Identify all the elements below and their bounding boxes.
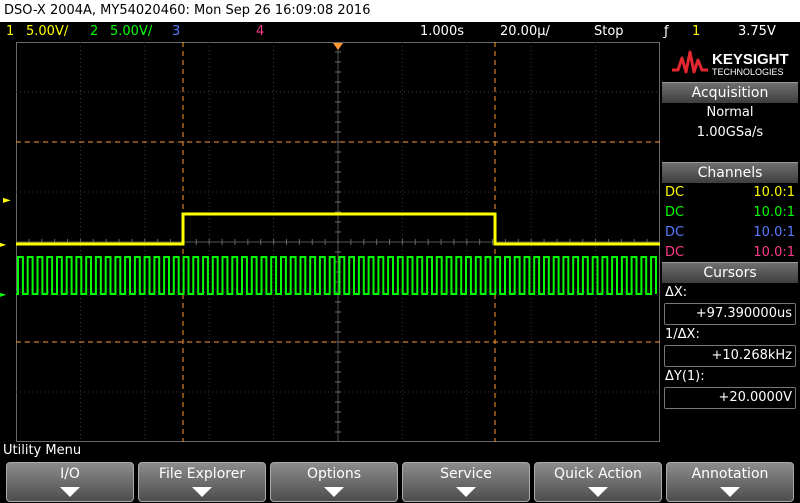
channel-probe: 10.0:1 [753,245,795,260]
waveform-display[interactable] [16,42,660,442]
dx-value: +97.390000us [664,303,796,325]
trigger-level-marker[interactable]: ► [3,186,15,212]
channel-probe: 10.0:1 [753,225,795,240]
side-panel: KEYSIGHT TECHNOLOGIES Acquisition Normal… [660,42,800,442]
dy-label: ΔY(1): [665,369,705,384]
channel-coupling: DC [665,205,685,220]
inv-dx-label: 1/ΔX: [665,327,700,342]
channel-row-4: DC 10.0:1 [662,243,798,263]
channel-row-1: DC 10.0:1 [662,183,798,203]
arrow-down-icon [720,487,740,497]
brand-sub: TECHNOLOGIES [712,67,784,77]
ch2-scale[interactable]: 5.00V/ [110,22,152,42]
ch1-scale[interactable]: 5.00V/ [26,22,68,42]
channel-row-3: DC 10.0:1 [662,223,798,243]
trigger-position-marker [333,43,343,50]
cursors-header: Cursors [662,262,798,283]
dy-value: +20.0000V [664,387,796,409]
arrow-down-icon [60,487,80,497]
time-scale[interactable]: 20.00µ/ [500,22,550,42]
channel-probe: 10.0:1 [753,205,795,220]
dx-label: ΔX: [665,285,688,300]
inv-dx-value: +10.268kHz [664,345,796,367]
channel-probe: 10.0:1 [753,185,795,200]
cursors-panel[interactable]: Cursors ΔX: +97.390000us 1/ΔX: +10.268kH… [662,262,798,409]
ch2-ground-marker[interactable]: ► [0,286,6,300]
trigger-source[interactable]: 1 [692,22,700,42]
channels-header: Channels [662,162,798,183]
arrow-down-icon [456,487,476,497]
acquisition-header: Acquisition [662,82,798,103]
title-bar: DSO-X 2004A, MY54020460: Mon Sep 26 16:0… [0,0,800,22]
channels-panel[interactable]: Channels DC 10.0:1 DC 10.0:1 DC 10.0:1 D… [662,162,798,263]
acquisition-mode: Normal [706,105,754,120]
trigger-level[interactable]: 3.75V [738,22,776,42]
run-state[interactable]: Stop [594,22,624,42]
status-bar: 1 5.00V/ 2 5.00V/ 3 4 1.000s 20.00µ/ Sto… [0,22,800,42]
menu-title: Utility Menu [0,442,800,460]
arrow-down-icon [324,487,344,497]
channel-coupling: DC [665,185,685,200]
ch4-number[interactable]: 4 [256,22,264,42]
arrow-down-icon [192,487,212,497]
keysight-logo: KEYSIGHT TECHNOLOGIES [662,42,798,80]
arrow-down-icon [588,487,608,497]
acquisition-panel[interactable]: Acquisition Normal 1.00GSa/s [662,82,798,143]
softkey-bar: I/O File Explorer Options Service Quick … [0,460,800,503]
channel-coupling: DC [665,225,685,240]
softkey-service[interactable]: Service [402,462,530,502]
channel-coupling: DC [665,245,685,260]
softkey-quick-action[interactable]: Quick Action [534,462,662,502]
softkey-options[interactable]: Options [270,462,398,502]
softkey-file-explorer[interactable]: File Explorer [138,462,266,502]
ch1-ground-marker[interactable]: ► [0,236,6,250]
ch3-number[interactable]: 3 [172,22,180,42]
time-delay[interactable]: 1.000s [420,22,464,42]
softkey-io[interactable]: I/O [6,462,134,502]
trigger-icon: ƒ [664,24,669,39]
waveform-svg [16,42,660,442]
keysight-wave-icon: KEYSIGHT TECHNOLOGIES [672,50,789,77]
softkey-annotation[interactable]: Annotation [666,462,794,502]
brand-name: KEYSIGHT [712,51,789,68]
ch2-number[interactable]: 2 [90,22,98,42]
acquisition-rate: 1.00GSa/s [696,125,764,140]
ch2-waveform [16,256,657,295]
channel-row-2: DC 10.0:1 [662,203,798,223]
ch1-number[interactable]: 1 [6,22,14,42]
